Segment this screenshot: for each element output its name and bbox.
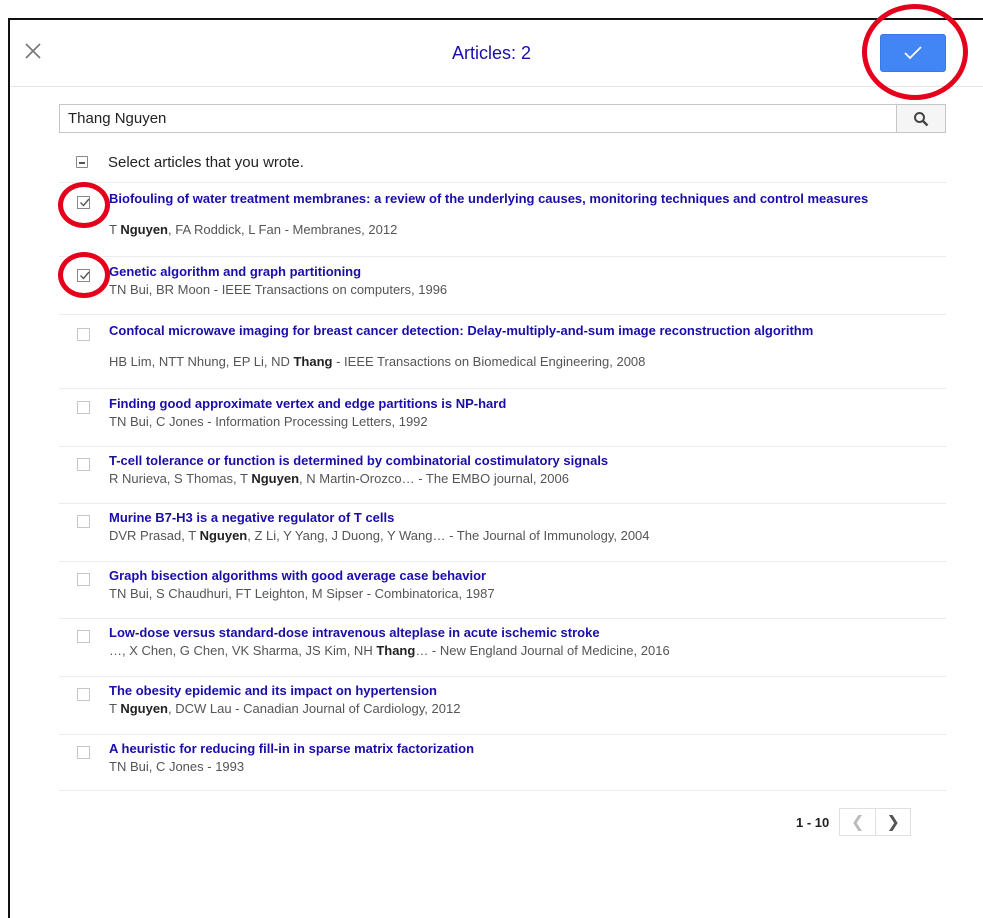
article-meta: …, X Chen, G Chen, VK Sharma, JS Kim, NH… xyxy=(109,643,670,658)
search-input[interactable] xyxy=(60,105,896,132)
select-all-checkbox[interactable] xyxy=(76,156,88,168)
search-button[interactable] xyxy=(896,105,945,132)
article-checkbox[interactable] xyxy=(77,746,90,759)
article-title-link[interactable]: Confocal microwave imaging for breast ca… xyxy=(109,324,929,338)
article-row: T-cell tolerance or function is determin… xyxy=(59,446,946,503)
article-title-link[interactable]: Low-dose versus standard-dose intravenou… xyxy=(109,626,929,640)
page-range: 1 - 10 xyxy=(796,814,830,830)
article-title-link[interactable]: Biofouling of water treatment membranes:… xyxy=(109,192,929,206)
article-meta: DVR Prasad, T Nguyen, Z Li, Y Yang, J Du… xyxy=(109,528,650,543)
article-checkbox[interactable] xyxy=(77,269,90,282)
row-divider xyxy=(59,790,946,791)
article-row: Murine B7-H3 is a negative regulator of … xyxy=(59,503,946,561)
article-checkbox[interactable] xyxy=(77,196,90,209)
article-checkbox[interactable] xyxy=(77,573,90,586)
article-row: Confocal microwave imaging for breast ca… xyxy=(59,316,946,389)
article-row: Genetic algorithm and graph partitioning… xyxy=(59,257,946,316)
article-meta: TN Bui, BR Moon - IEEE Transactions on c… xyxy=(109,282,448,297)
header-divider xyxy=(10,86,983,87)
search-box xyxy=(59,104,946,133)
article-row: Graph bisection algorithms with good ave… xyxy=(59,561,946,618)
article-row: Finding good approximate vertex and edge… xyxy=(59,389,946,446)
pagination: 1 - 10 ❮ ❯ xyxy=(796,808,912,836)
article-checkbox[interactable] xyxy=(77,688,90,701)
article-meta: HB Lim, NTT Nhung, EP Li, ND Thang - IEE… xyxy=(109,354,646,369)
select-all-row: Select articles that you wrote. xyxy=(76,152,304,172)
checkmark-icon xyxy=(80,271,90,280)
article-title-link[interactable]: A heuristic for reducing fill-in in spar… xyxy=(109,742,929,756)
article-meta: TN Bui, C Jones - 1993 xyxy=(109,759,245,774)
article-meta: T Nguyen, DCW Lau - Canadian Journal of … xyxy=(109,701,461,716)
article-title-link[interactable]: Graph bisection algorithms with good ave… xyxy=(109,569,929,583)
chevron-left-icon: ❮ xyxy=(851,814,865,831)
dialog-title: Articles: 2 xyxy=(451,43,532,63)
prev-page-button[interactable]: ❮ xyxy=(839,808,876,836)
article-title-link[interactable]: Genetic algorithm and graph partitioning xyxy=(109,265,929,279)
checkmark-icon xyxy=(80,198,90,207)
article-checkbox[interactable] xyxy=(77,328,90,341)
next-page-button[interactable]: ❯ xyxy=(875,808,912,836)
article-row: A heuristic for reducing fill-in in spar… xyxy=(59,734,946,790)
confirm-button[interactable] xyxy=(880,34,946,72)
article-meta: TN Bui, C Jones - Information Processing… xyxy=(109,414,428,429)
row-divider xyxy=(59,182,946,183)
check-icon xyxy=(904,46,922,60)
select-all-label: Select articles that you wrote. xyxy=(108,153,304,171)
article-checkbox[interactable] xyxy=(77,515,90,528)
article-title-link[interactable]: Murine B7-H3 is a negative regulator of … xyxy=(109,511,929,525)
article-checkbox[interactable] xyxy=(77,401,90,414)
article-meta: T Nguyen, FA Roddick, L Fan - Membranes,… xyxy=(109,222,398,237)
search-icon xyxy=(914,111,929,126)
article-title-link[interactable]: T-cell tolerance or function is determin… xyxy=(109,454,929,468)
article-title-link[interactable]: The obesity epidemic and its impact on h… xyxy=(109,684,929,698)
article-row: The obesity epidemic and its impact on h… xyxy=(59,676,946,734)
article-meta: TN Bui, S Chaudhuri, FT Leighton, M Sips… xyxy=(109,586,495,601)
chevron-right-icon: ❯ xyxy=(886,814,900,831)
article-title-link[interactable]: Finding good approximate vertex and edge… xyxy=(109,397,929,411)
article-meta: R Nurieva, S Thomas, T Nguyen, N Martin-… xyxy=(109,471,569,486)
article-checkbox[interactable] xyxy=(77,458,90,471)
article-row: Biofouling of water treatment membranes:… xyxy=(59,184,946,256)
article-checkbox[interactable] xyxy=(77,630,90,643)
article-row: Low-dose versus standard-dose intravenou… xyxy=(59,618,946,676)
